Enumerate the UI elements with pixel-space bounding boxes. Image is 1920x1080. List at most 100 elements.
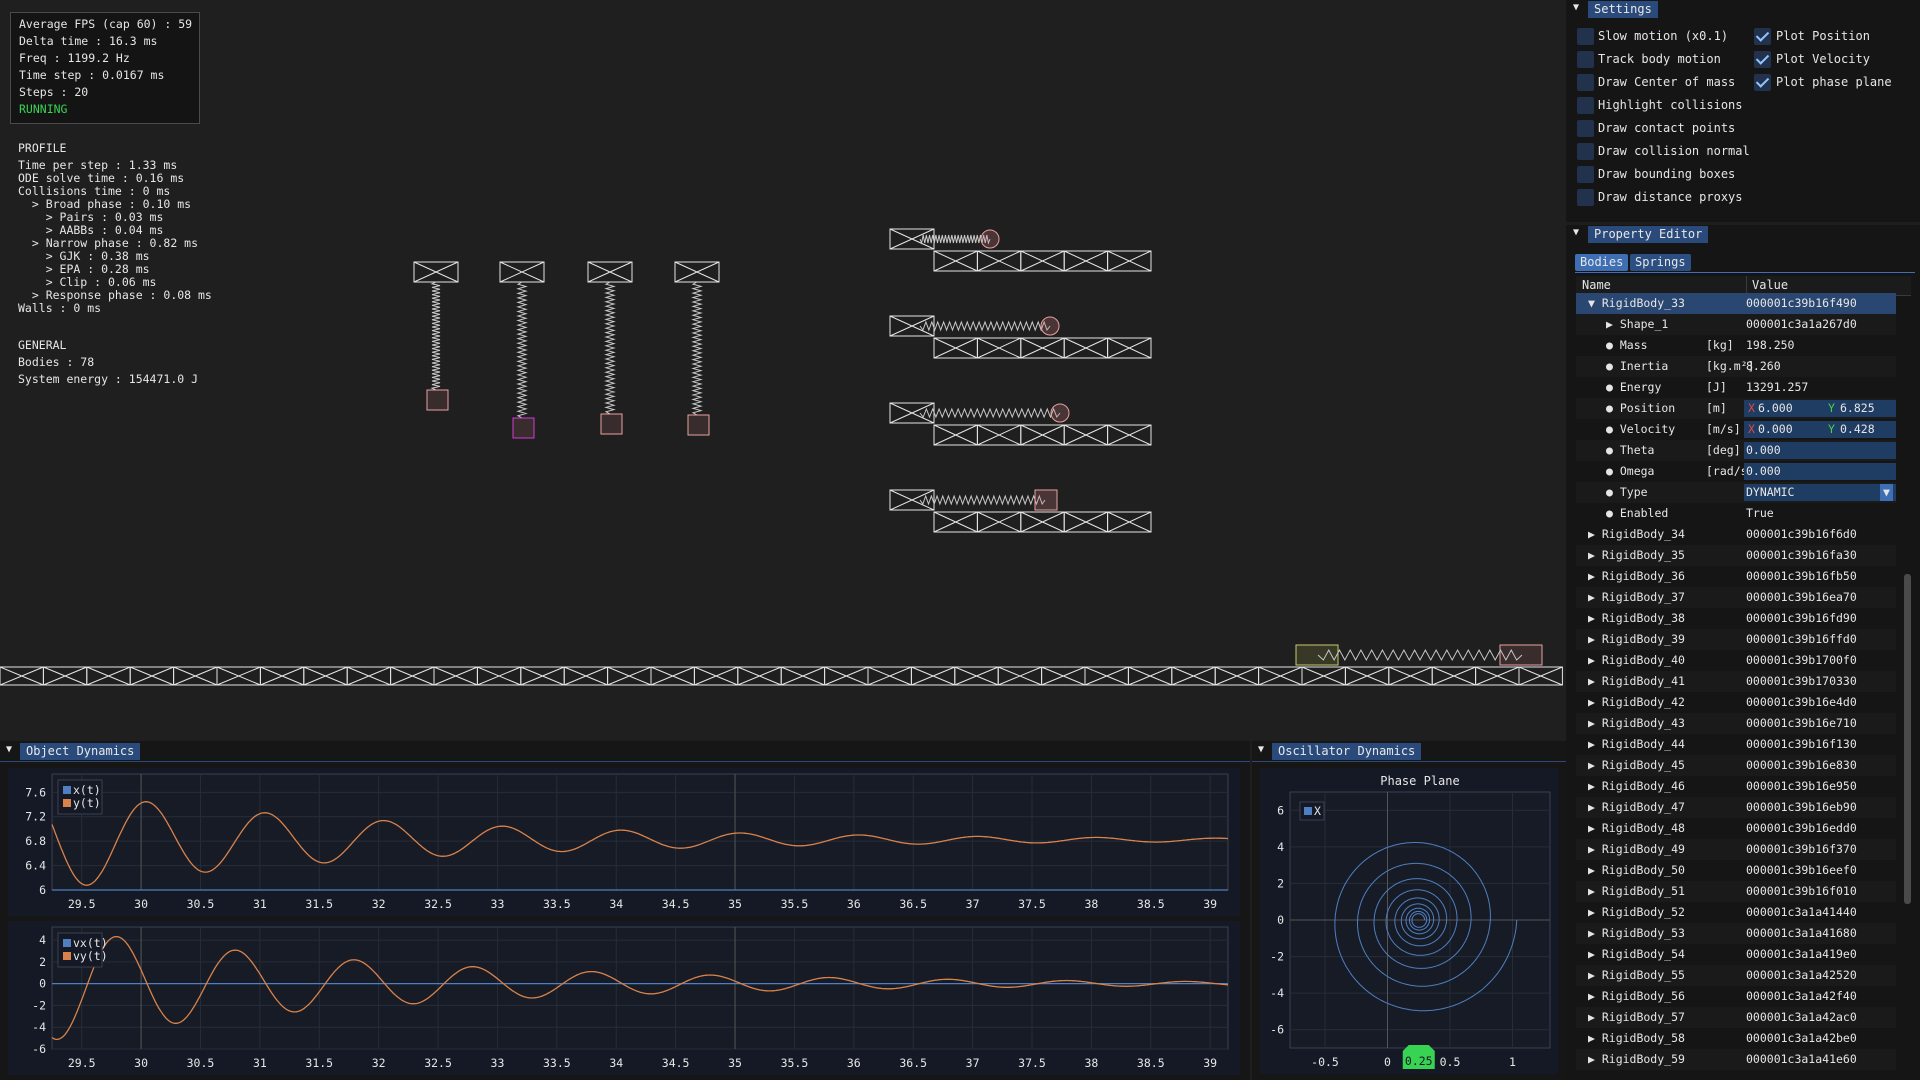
table-row[interactable]: ▶ RigidBody_49 000001c39b16f370 — [1576, 839, 1896, 860]
horizontal-spring — [919, 494, 1046, 506]
position-plot[interactable]: 29.5 30 30.5 31 31.5 32 32.5 33 33.5 34 34.5 35 35.5… — [8, 768, 1240, 916]
settings-title[interactable]: Settings — [1588, 1, 1658, 18]
table-row[interactable]: ▶ RigidBody_59 000001c3a1a41e60 — [1576, 1049, 1896, 1070]
property-editor-title[interactable]: Property Editor — [1588, 226, 1709, 243]
plot-phase-plane-checkbox[interactable] — [1754, 74, 1771, 91]
body-address: 000001c39b16e950 — [1746, 779, 1857, 793]
property-row[interactable]: ● Type DYNAMIC ▼ — [1576, 482, 1896, 503]
table-row-selected[interactable]: ▼ RigidBody_33 000001c39b16f490 — [1576, 293, 1896, 314]
table-row[interactable]: ▶ RigidBody_40 000001c39b1700f0 — [1576, 650, 1896, 671]
table-row[interactable]: ▶ RigidBody_50 000001c39b16eef0 — [1576, 860, 1896, 881]
property-row[interactable]: ● Theta [deg] 0.000 — [1576, 440, 1896, 461]
simulation-canvas[interactable] — [0, 0, 1566, 740]
x-axis-label: X — [1748, 422, 1755, 436]
type-dropdown[interactable]: DYNAMIC ▼ — [1744, 484, 1896, 501]
body-address: 000001c39b16e4d0 — [1746, 695, 1857, 709]
tab-springs[interactable]: Springs — [1630, 254, 1691, 271]
floor-block — [1020, 511, 1065, 533]
property-row[interactable]: ● Velocity [m/s] X 0.000 Y 0.428 — [1576, 419, 1896, 440]
table-row[interactable]: ▶ RigidBody_44 000001c39b16f130 — [1576, 734, 1896, 755]
x-tick-label: 37 — [966, 897, 980, 911]
property-row[interactable]: ● Mass [kg] 198.250 — [1576, 335, 1896, 356]
x-tick-label: 33.5 — [543, 1056, 571, 1070]
property-name: ● Type — [1606, 485, 1648, 499]
simulation-viewport[interactable]: Average FPS (cap 60) : 59 Delta time : 1… — [0, 0, 1566, 740]
x-cursor-value: 0.25 — [1405, 1054, 1433, 1068]
draw-center-of-mass-checkbox[interactable] — [1577, 74, 1594, 91]
body-name: ▶ RigidBody_58 — [1588, 1031, 1685, 1045]
collapse-triangle-icon[interactable]: ▼ — [1258, 744, 1264, 755]
collapse-triangle-icon[interactable]: ▼ — [6, 744, 12, 755]
highlight-collisions-checkbox[interactable] — [1577, 97, 1594, 114]
slow-motion-checkbox[interactable] — [1577, 28, 1594, 45]
collapse-triangle-icon[interactable]: ▼ — [1573, 2, 1579, 13]
table-row[interactable]: ▶ RigidBody_46 000001c39b16e950 — [1576, 776, 1896, 797]
draw-collision-normal-label: Draw collision normal — [1598, 144, 1750, 158]
profile-title: PROFILE — [18, 141, 67, 155]
table-row[interactable]: ▶ RigidBody_35 000001c39b16fa30 — [1576, 545, 1896, 566]
scrollbar-thumb[interactable] — [1904, 574, 1911, 904]
x-tick-label: 37.5 — [1018, 897, 1046, 911]
floor-block — [1020, 337, 1065, 359]
table-row[interactable]: ▶ RigidBody_56 000001c3a1a42f40 — [1576, 986, 1896, 1007]
tab-bodies[interactable]: Bodies — [1575, 254, 1629, 271]
ground-block — [520, 666, 565, 686]
body-address: 000001c3a1a419e0 — [1746, 947, 1857, 961]
property-value: True — [1746, 506, 1774, 520]
body-address: 000001c39b16f370 — [1746, 842, 1857, 856]
table-row[interactable]: ▶ RigidBody_52 000001c3a1a41440 — [1576, 902, 1896, 923]
body-address: 000001c39b16fb50 — [1746, 569, 1857, 583]
oscillator-dynamics-title[interactable]: Oscillator Dynamics — [1272, 743, 1422, 760]
table-row[interactable]: ▶ RigidBody_34 000001c39b16f6d0 — [1576, 524, 1896, 545]
track-body-motion-checkbox[interactable] — [1577, 51, 1594, 68]
table-row[interactable]: ▶ RigidBody_37 000001c39b16ea70 — [1576, 587, 1896, 608]
table-row[interactable]: ▶ RigidBody_57 000001c3a1a42ac0 — [1576, 1007, 1896, 1028]
property-row[interactable]: ● Position [m] X 6.000 Y 6.825 — [1576, 398, 1896, 419]
draw-contact-points-checkbox[interactable] — [1577, 120, 1594, 137]
draw-collision-normal-checkbox[interactable] — [1577, 143, 1594, 160]
vector-input[interactable]: X 6.000 Y 6.825 — [1744, 400, 1896, 417]
number-input[interactable]: 0.000 — [1744, 463, 1896, 480]
body-name: ▶ RigidBody_57 — [1588, 1010, 1685, 1024]
property-row[interactable]: ● Omega [rad/s] 0.000 — [1576, 461, 1896, 482]
plot-velocity-checkbox[interactable] — [1754, 51, 1771, 68]
property-row[interactable]: ● Energy [J] 13291.257 — [1576, 377, 1896, 398]
x-tick-label: 35.5 — [781, 897, 809, 911]
table-row[interactable]: ▶ RigidBody_53 000001c3a1a41680 — [1576, 923, 1896, 944]
property-row[interactable]: ● Inertia [kg.m²] 8.260 — [1576, 356, 1896, 377]
y-tick-label: 6.8 — [25, 834, 46, 848]
table-row[interactable]: ▶ RigidBody_39 000001c39b16ffd0 — [1576, 629, 1896, 650]
table-row[interactable]: ▶ RigidBody_48 000001c39b16edd0 — [1576, 818, 1896, 839]
ground-block — [693, 666, 739, 686]
table-row[interactable]: ▶ RigidBody_58 000001c3a1a42be0 — [1576, 1028, 1896, 1049]
property-row[interactable]: ▶ Shape_1 000001c3a1a267d0 — [1576, 314, 1896, 335]
table-row[interactable]: ▶ RigidBody_55 000001c3a1a42520 — [1576, 965, 1896, 986]
ground-block — [259, 666, 305, 686]
object-dynamics-title[interactable]: Object Dynamics — [20, 743, 141, 760]
draw-distance-proxys-checkbox[interactable] — [1577, 189, 1594, 206]
legend-swatch — [63, 799, 71, 807]
table-row[interactable]: ▶ RigidBody_42 000001c39b16e4d0 — [1576, 692, 1896, 713]
table-row[interactable]: ▶ RigidBody_43 000001c39b16e710 — [1576, 713, 1896, 734]
table-row[interactable]: ▶ RigidBody_47 000001c39b16eb90 — [1576, 797, 1896, 818]
table-row[interactable]: ▶ RigidBody_54 000001c3a1a419e0 — [1576, 944, 1896, 965]
draw-bounding-boxes-checkbox[interactable] — [1577, 166, 1594, 183]
ground-block — [173, 666, 218, 686]
velocity-plot[interactable]: 29.5 30 30.5 31 31.5 32 32.5 33 33.5 34 34.5 35 35.5… — [8, 921, 1240, 1075]
vector-input[interactable]: X 0.000 Y 0.428 — [1744, 421, 1896, 438]
table-row[interactable]: ▶ RigidBody_38 000001c39b16fd90 — [1576, 608, 1896, 629]
plot-position-checkbox[interactable] — [1754, 28, 1771, 45]
table-row[interactable]: ▶ RigidBody_41 000001c39b170330 — [1576, 671, 1896, 692]
phase-plane-plot[interactable]: Phase Plane -0.5 0 0.5 1 6 4 2 0 -2 -4 -6 X 0.25 — [1260, 768, 1558, 1074]
body-address: 000001c39b16f6d0 — [1746, 527, 1857, 541]
body-name: ▶ RigidBody_53 — [1588, 926, 1685, 940]
table-row[interactable]: ▶ RigidBody_45 000001c39b16e830 — [1576, 755, 1896, 776]
property-row[interactable]: ● Enabled True — [1576, 503, 1896, 524]
ground-block — [737, 666, 782, 686]
collapse-triangle-icon[interactable]: ▼ — [1573, 227, 1579, 238]
body-address: 000001c3a1a42ac0 — [1746, 1010, 1857, 1024]
table-row[interactable]: ▶ RigidBody_36 000001c39b16fb50 — [1576, 566, 1896, 587]
table-row[interactable]: ▶ RigidBody_51 000001c39b16f010 — [1576, 881, 1896, 902]
body-name: ▼ RigidBody_33 — [1588, 296, 1685, 310]
number-input[interactable]: 0.000 — [1744, 442, 1896, 459]
